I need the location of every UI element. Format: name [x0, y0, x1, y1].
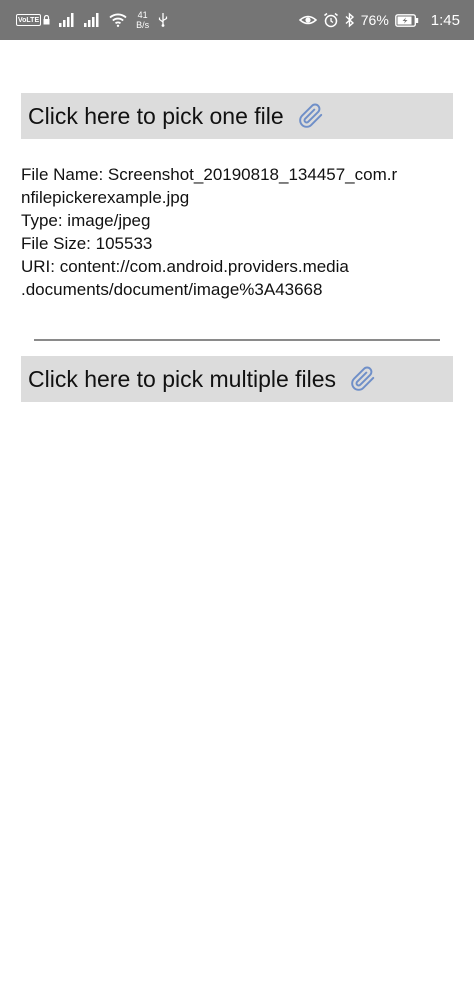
section-divider [34, 339, 440, 341]
pick-multiple-files-button[interactable]: Click here to pick multiple files [21, 356, 453, 402]
pick-one-file-button[interactable]: Click here to pick one file [21, 93, 453, 139]
clock: 1:45 [430, 11, 460, 29]
volte-badge: VoLTE [16, 14, 42, 26]
network-speed-value: 41 [137, 10, 148, 20]
battery-charging-icon [394, 13, 418, 27]
network-speed-unit: B/s [136, 20, 150, 30]
alarm-icon [323, 12, 338, 28]
hd-lock-icon [43, 15, 50, 25]
pick-one-file-label: Click here to pick one file [28, 102, 284, 129]
status-bar: VoLTE 41 B/s 76% 1:45 [0, 0, 474, 40]
paperclip-icon [298, 103, 324, 129]
eye-comfort-icon [298, 15, 317, 25]
file-type: Type: image/jpeg [21, 211, 151, 230]
file-name-line-2: nfilepickerexample.jpg [21, 188, 190, 207]
pick-multiple-files-label: Click here to pick multiple files [28, 365, 337, 392]
signal-strength-secondary-icon [84, 13, 99, 27]
file-uri-line-1: URI: content://com.android.providers.med… [21, 257, 349, 276]
paperclip-icon [350, 366, 376, 392]
usb-icon [159, 13, 168, 27]
status-bar-right: 76% 1:45 [298, 0, 460, 40]
signal-strength-icon [59, 13, 74, 27]
selected-file-details: File Name: Screenshot_20190818_134457_co… [21, 163, 461, 301]
file-name-line-1: File Name: Screenshot_20190818_134457_co… [21, 165, 398, 184]
file-size: File Size: 105533 [21, 234, 153, 253]
wifi-icon [109, 13, 127, 27]
network-speed: 41 B/s [136, 10, 149, 30]
file-uri-line-2: .documents/document/image%3A43668 [21, 280, 323, 299]
status-bar-left: VoLTE 41 B/s [16, 0, 168, 40]
battery-percentage: 76% [360, 12, 389, 28]
bluetooth-icon [345, 12, 354, 28]
volte-indicator: VoLTE [16, 14, 50, 26]
